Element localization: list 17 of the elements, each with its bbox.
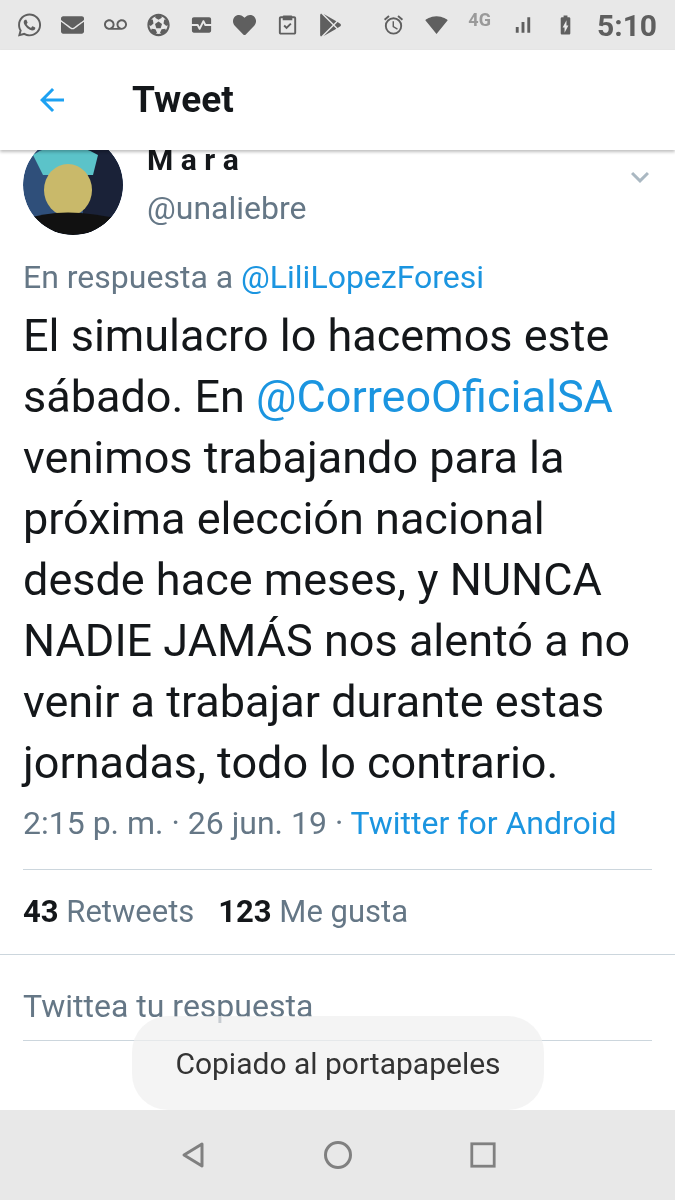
source-link[interactable]: Twitter for Android: [350, 804, 617, 842]
tweet-meta: 2:15 p. m. · 26 jun. 19 · Twitter for Android: [22, 803, 618, 844]
clock: 5:10: [597, 6, 658, 45]
square-recents-icon: [468, 1141, 497, 1169]
stat-link[interactable]: 43 Retweets: [23, 888, 195, 936]
mention-link[interactable]: @CorreoOficialSA: [256, 370, 613, 423]
network-type: 4G: [468, 7, 491, 32]
mention-link[interactable]: @LiliLopezForesi: [241, 258, 485, 296]
tweet-text: El simulacro lo hacemos este sábado. En @CorreoOficialSA venimos trabajando para la próxima elección nacional desde hace meses, y NUNCA NADIE JAMÁS nos alentó a no venir a trabajar durante estas jornadas, todo lo contrario.: [20, 308, 632, 791]
circle-home-icon: [322, 1140, 353, 1170]
stat-link[interactable]: 123 Me gusta: [218, 888, 409, 936]
page-title: Tweet: [132, 77, 234, 124]
copied-toast: Copiado al portapapeles: [132, 1016, 544, 1110]
author-name: M a r a: [147, 143, 240, 177]
reply-field[interactable]: Twittea tu respuesta: [23, 971, 652, 1041]
reply-context: En respuesta a @LiliLopezForesi: [22, 257, 486, 298]
author-handle: @unaliebre: [147, 189, 307, 227]
